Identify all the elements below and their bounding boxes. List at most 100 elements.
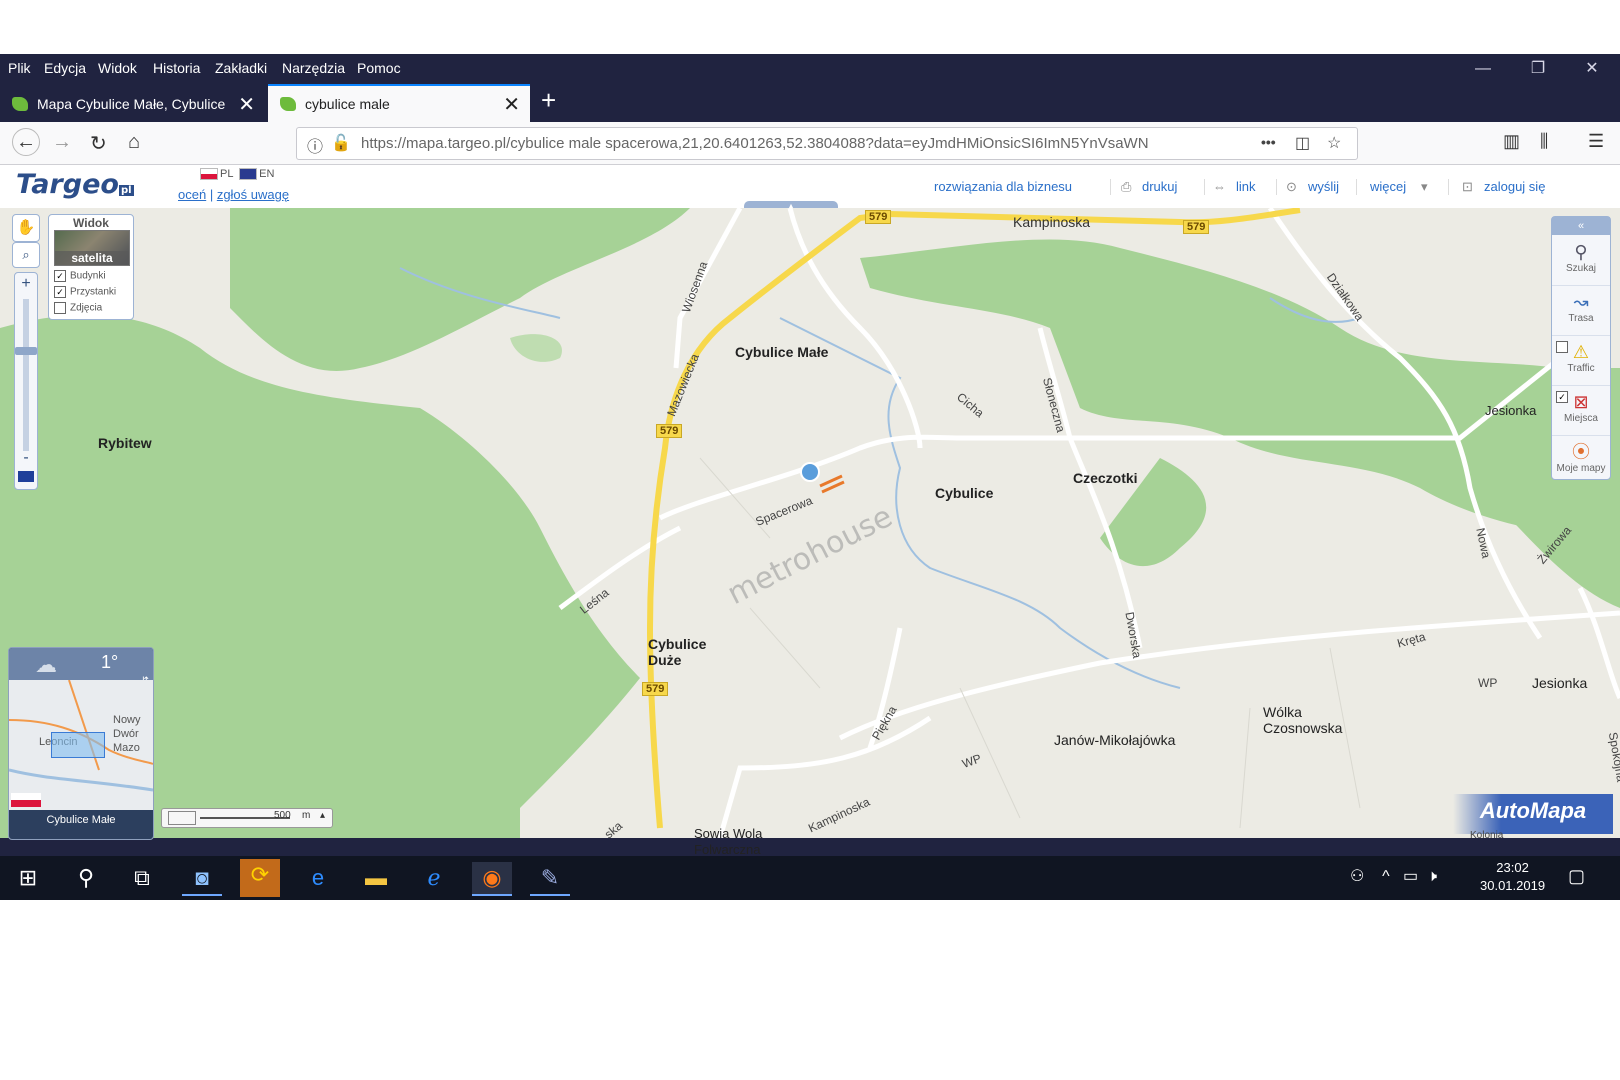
automapa-logo[interactable]: AutoMapa bbox=[1453, 794, 1613, 834]
search-icon[interactable]: ⚲ bbox=[66, 862, 106, 894]
page-actions-icon[interactable]: ••• bbox=[1261, 134, 1276, 150]
menu-zakladki[interactable]: Zakładki bbox=[215, 60, 267, 76]
login-link[interactable]: zaloguj się bbox=[1484, 179, 1545, 194]
zoom-out-button[interactable]: - bbox=[15, 449, 37, 467]
info-icon[interactable]: ⓘ bbox=[307, 133, 323, 157]
layer-photos-checkbox[interactable]: Zdjęcia bbox=[54, 302, 102, 314]
app-icon[interactable]: ◙ bbox=[182, 862, 222, 896]
notifications-icon[interactable]: ▢ bbox=[1568, 866, 1585, 887]
pan-hand-icon[interactable]: ✋ bbox=[12, 214, 40, 242]
people-icon[interactable]: ⚇ bbox=[1350, 868, 1364, 885]
satellite-toggle-button[interactable]: satelita bbox=[54, 230, 130, 266]
route-tool[interactable]: ↝ Trasa bbox=[1552, 287, 1610, 336]
map-canvas[interactable]: Cybulice Małe Rybitew Cybulice Czeczotki… bbox=[0, 208, 1620, 857]
report-link[interactable]: zgłoś uwagę bbox=[217, 187, 289, 202]
bookmark-star-icon[interactable]: ☆ bbox=[1327, 133, 1341, 153]
edge-icon[interactable]: e bbox=[298, 862, 338, 894]
pocket-icon[interactable]: ◫ bbox=[1295, 133, 1310, 153]
print-link[interactable]: drukuj bbox=[1142, 179, 1177, 194]
new-tab-button[interactable]: + bbox=[541, 85, 556, 116]
divider bbox=[1356, 179, 1357, 195]
layer-stops-checkbox[interactable]: ✓ Przystanki bbox=[54, 286, 116, 298]
speaker-muted-icon[interactable]: 🕨 bbox=[1427, 868, 1437, 885]
zoom-track[interactable] bbox=[23, 299, 29, 451]
battery-icon[interactable]: ▭ bbox=[1403, 868, 1418, 885]
uk-flag-icon[interactable] bbox=[239, 168, 258, 181]
close-tab-icon[interactable]: ✕ bbox=[238, 92, 255, 117]
ruler-icon[interactable] bbox=[168, 811, 196, 825]
scale-bar[interactable]: 500 m ▴ bbox=[161, 808, 333, 828]
checkbox-checked[interactable]: ✓ bbox=[54, 270, 66, 282]
menu-plik[interactable]: Plik bbox=[8, 60, 31, 76]
lock-icon: ⊡ bbox=[1462, 179, 1473, 194]
send-link[interactable]: wyślij bbox=[1308, 179, 1339, 194]
layer-buildings-checkbox[interactable]: ✓ Budynki bbox=[54, 270, 106, 282]
clock[interactable]: 23:02 30.01.2019 bbox=[1480, 859, 1545, 895]
app-icon[interactable]: ⟳ bbox=[240, 859, 280, 897]
lang-en[interactable]: EN bbox=[259, 168, 274, 180]
minimap-view[interactable]: Nowy Dwór Mazo Leoncin bbox=[9, 680, 153, 810]
traffic-checkbox[interactable] bbox=[1556, 341, 1568, 353]
places-tool[interactable]: ✓ ⊠ Miejsca bbox=[1552, 387, 1610, 436]
menu-historia[interactable]: Historia bbox=[153, 60, 200, 76]
search-tool[interactable]: ⚲ Szukaj bbox=[1552, 237, 1610, 286]
menu-widok[interactable]: Widok bbox=[98, 60, 137, 76]
chevron-up-icon[interactable]: ▴ bbox=[320, 810, 325, 821]
chevron-up-icon[interactable]: ^ bbox=[1382, 868, 1390, 885]
scale-unit[interactable]: m bbox=[302, 810, 310, 821]
paint-icon[interactable]: ✎ bbox=[530, 862, 570, 896]
minimap[interactable]: ☁ 1° ⇵ Nowy Dwór Mazo Leoncin Cybulice M… bbox=[8, 647, 154, 840]
lang-pl[interactable]: PL bbox=[220, 168, 233, 180]
internet-explorer-icon[interactable]: ℯ bbox=[414, 862, 454, 894]
restore-button[interactable]: ❐ bbox=[1518, 58, 1558, 80]
zoom-in-button[interactable]: + bbox=[15, 275, 37, 293]
tab-strip: Mapa Cybulice Małe, Cybulice ✕ cybulice … bbox=[0, 84, 1620, 124]
forward-arrow-icon[interactable]: → bbox=[52, 131, 72, 154]
targeo-logo[interactable]: Targeo pl bbox=[16, 169, 134, 200]
url-bar[interactable]: ⓘ 🔓 https://mapa.targeo.pl/cybulice male… bbox=[296, 127, 1358, 160]
chevron-down-icon[interactable]: ▾ bbox=[1421, 179, 1428, 195]
zoom-slider[interactable]: + - bbox=[14, 272, 38, 490]
business-link[interactable]: rozwiązania dla biznesu bbox=[934, 179, 1072, 194]
rate-link[interactable]: oceń bbox=[178, 187, 206, 202]
checkbox-checked[interactable]: ✓ bbox=[54, 286, 66, 298]
minimap-viewport-box[interactable] bbox=[51, 732, 105, 758]
task-view-icon[interactable]: ⧉ bbox=[122, 862, 162, 894]
lock-warning-icon[interactable]: 🔓 bbox=[331, 133, 351, 153]
road-shield: 579 bbox=[642, 682, 669, 696]
places-checkbox[interactable]: ✓ bbox=[1556, 391, 1568, 403]
firefox-icon[interactable]: ◉ bbox=[472, 862, 512, 896]
library-icon[interactable]: ⫼ bbox=[1540, 131, 1548, 152]
close-window-button[interactable]: ✕ bbox=[1572, 58, 1612, 80]
traffic-tool[interactable]: ⚠ Traffic bbox=[1552, 337, 1610, 386]
zoom-handle[interactable] bbox=[15, 347, 37, 355]
location-marker[interactable] bbox=[800, 462, 820, 482]
menu-edycja[interactable]: Edycja bbox=[44, 60, 86, 76]
collapse-panel-icon[interactable]: « bbox=[1552, 217, 1610, 235]
tab-mapa-cybulice[interactable]: Mapa Cybulice Małe, Cybulice ✕ bbox=[0, 86, 265, 122]
reload-icon[interactable]: ↻ bbox=[90, 131, 107, 156]
checkbox-unchecked[interactable] bbox=[54, 302, 66, 314]
send-icon: ⊙ bbox=[1286, 179, 1297, 194]
tab-cybulice-male[interactable]: cybulice male ✕ bbox=[268, 84, 530, 124]
my-maps-tool[interactable]: ⦿ Moje mapy bbox=[1552, 437, 1610, 485]
zoom-box-icon[interactable]: ⌕ bbox=[12, 242, 40, 268]
url-text[interactable]: https://mapa.targeo.pl/cybulice male spa… bbox=[361, 135, 1221, 152]
back-arrow-icon[interactable]: ← bbox=[12, 128, 40, 156]
close-tab-icon[interactable]: ✕ bbox=[503, 92, 520, 117]
menu-narzedzia[interactable]: Narzędzia bbox=[282, 60, 345, 76]
more-link[interactable]: więcej bbox=[1370, 179, 1406, 194]
weather-widget[interactable]: ☁ 1° ⇵ bbox=[9, 648, 153, 687]
minimize-button[interactable]: — bbox=[1463, 58, 1503, 80]
divider bbox=[1204, 179, 1205, 195]
eu-flag-icon[interactable] bbox=[18, 471, 34, 482]
home-icon[interactable]: ⌂ bbox=[128, 131, 140, 154]
windows-start-icon[interactable]: ⊞ bbox=[8, 862, 48, 894]
link-link[interactable]: link bbox=[1236, 179, 1256, 194]
hamburger-menu-icon[interactable]: ☰ bbox=[1588, 131, 1604, 152]
map-background bbox=[0, 208, 1620, 838]
poland-flag-icon[interactable] bbox=[200, 168, 218, 181]
file-explorer-icon[interactable]: ▬ bbox=[356, 862, 396, 894]
menu-pomoc[interactable]: Pomoc bbox=[357, 60, 401, 76]
sidebar-icon[interactable]: ▥ bbox=[1503, 131, 1520, 152]
